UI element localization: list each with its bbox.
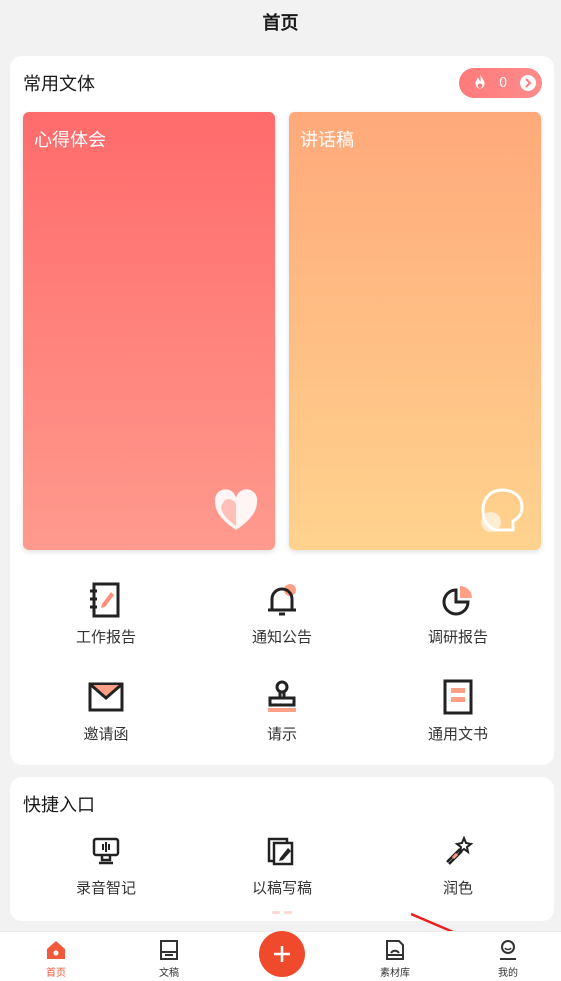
tab-label: 我的 bbox=[498, 968, 518, 979]
streak-badge[interactable]: 0 bbox=[459, 68, 542, 98]
magic-wand-icon bbox=[438, 831, 478, 871]
tab-library[interactable]: 素材库 bbox=[365, 938, 425, 979]
stamp-icon bbox=[262, 677, 302, 717]
grid-item-research[interactable]: 调研报告 bbox=[388, 580, 528, 647]
section-title: 快捷入口 bbox=[23, 795, 95, 816]
document-icon bbox=[438, 677, 478, 717]
grid-item-label: 调研报告 bbox=[427, 628, 488, 646]
grid-item-label: 邀请函 bbox=[83, 725, 129, 743]
quick-item-record[interactable]: 录音智记 bbox=[36, 831, 176, 898]
card-label: 讲话稿 bbox=[300, 130, 354, 151]
card-label: 心得体会 bbox=[34, 130, 106, 151]
tab-label: 素材库 bbox=[380, 968, 410, 979]
streak-count: 0 bbox=[499, 75, 508, 91]
grid-item-label: 通知公告 bbox=[251, 628, 312, 646]
page-title: 首页 bbox=[262, 13, 299, 34]
common-styles-section: 常用文体 0 心得体会 讲话稿 工作报告 通知公告 调研报告 邀请函 请示 通用… bbox=[10, 56, 554, 765]
grid-item-general-doc[interactable]: 通用文书 bbox=[388, 677, 528, 744]
grid-item-label: 润色 bbox=[442, 879, 473, 897]
notebook-icon bbox=[86, 580, 126, 620]
user-icon bbox=[500, 940, 516, 960]
bottom-tab-bar: 首页 文稿 素材库 我的 bbox=[0, 931, 561, 981]
grid-item-notice[interactable]: 通知公告 bbox=[212, 580, 352, 647]
page-indicator bbox=[272, 911, 292, 914]
plus-icon bbox=[274, 946, 290, 962]
home-icon bbox=[47, 941, 65, 959]
grid-item-invitation[interactable]: 邀请函 bbox=[36, 677, 176, 744]
grid-item-label: 工作报告 bbox=[75, 628, 136, 646]
grid-item-label: 通用文书 bbox=[427, 725, 488, 743]
speech-bubble-icon bbox=[481, 488, 524, 532]
pie-chart-icon bbox=[438, 580, 478, 620]
grid-item-work-report[interactable]: 工作报告 bbox=[36, 580, 176, 647]
tab-home[interactable]: 首页 bbox=[26, 938, 86, 979]
grid-item-label: 以稿写稿 bbox=[251, 879, 312, 897]
library-icon bbox=[386, 940, 404, 960]
tab-manuscript[interactable]: 文稿 bbox=[139, 938, 199, 979]
page-dot bbox=[284, 911, 292, 914]
fire-icon bbox=[475, 73, 485, 89]
envelope-icon bbox=[86, 677, 126, 717]
heart-icon bbox=[214, 489, 258, 530]
card-speech[interactable]: 讲话稿 bbox=[289, 112, 541, 550]
bell-icon bbox=[262, 580, 302, 620]
tab-label: 首页 bbox=[46, 968, 66, 979]
tab-me[interactable]: 我的 bbox=[478, 938, 538, 979]
quick-item-polish[interactable]: 润色 bbox=[388, 831, 528, 898]
grid-item-label: 请示 bbox=[266, 725, 297, 743]
grid-item-request[interactable]: 请示 bbox=[212, 677, 352, 744]
manuscript-icon bbox=[160, 940, 178, 960]
copy-edit-icon bbox=[262, 831, 302, 871]
section-title: 常用文体 bbox=[23, 74, 95, 95]
quick-item-rewrite[interactable]: 以稿写稿 bbox=[212, 831, 352, 898]
tab-label: 文稿 bbox=[159, 968, 179, 979]
add-button[interactable] bbox=[259, 931, 305, 977]
page-dot bbox=[272, 911, 280, 914]
grid-item-label: 录音智记 bbox=[75, 879, 136, 897]
page-header: 首页 bbox=[0, 0, 561, 44]
chevron-right-icon bbox=[520, 75, 536, 91]
recorder-icon bbox=[86, 831, 126, 871]
quick-entry-section: 快捷入口 录音智记 以稿写稿 润色 bbox=[10, 777, 554, 921]
card-experience[interactable]: 心得体会 bbox=[23, 112, 275, 550]
